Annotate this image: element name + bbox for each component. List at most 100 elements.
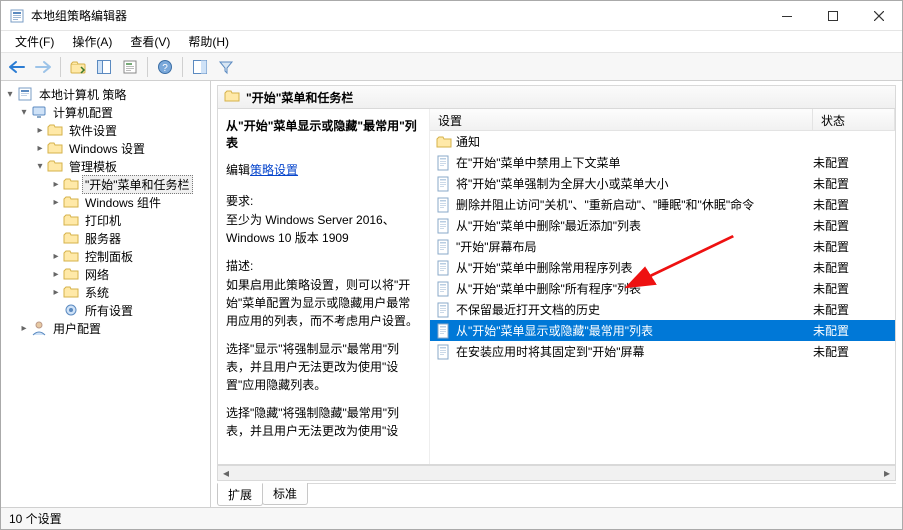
scroll-right-icon[interactable]: ▸ — [879, 466, 895, 480]
list-row[interactable]: 从"开始"菜单中删除常用程序列表未配置 — [430, 257, 895, 278]
maximize-button[interactable] — [810, 1, 856, 31]
policy-icon — [436, 197, 452, 213]
tree-label: Windows 设置 — [66, 139, 148, 158]
list-row[interactable]: 删除并阻止访问"关机"、"重新启动"、"睡眠"和"休眠"命令未配置 — [430, 194, 895, 215]
description-p2: 选择"显示"将强制显示"最常用"列表，并且用户无法更改为使用"设置"应用隐藏列表… — [226, 340, 421, 394]
list-row[interactable]: "开始"屏幕布局未配置 — [430, 236, 895, 257]
policy-icon — [436, 155, 452, 171]
up-button[interactable] — [66, 55, 90, 79]
chevron-right-icon[interactable]: ▸ — [49, 251, 63, 262]
tree-computer-config[interactable]: ▾ 计算机配置 — [1, 103, 210, 121]
col-setting[interactable]: 设置 — [430, 109, 813, 130]
tree-system[interactable]: ▸ 系统 — [1, 283, 210, 301]
edit-policy-link[interactable]: 策略设置 — [250, 161, 298, 178]
content-body: 从"开始"菜单显示或隐藏"最常用"列表 编辑策略设置 要求: 至少为 Windo… — [217, 109, 896, 465]
content-header: "开始"菜单和任务栏 — [217, 85, 896, 109]
policy-icon — [436, 239, 452, 255]
row-name: 不保留最近打开文档的历史 — [456, 301, 813, 318]
tab-extended[interactable]: 扩展 — [217, 483, 263, 506]
list-row[interactable]: 将"开始"菜单强制为全屏大小或菜单大小未配置 — [430, 173, 895, 194]
row-name: 在"开始"菜单中禁用上下文菜单 — [456, 154, 813, 171]
chevron-down-icon[interactable]: ▾ — [33, 161, 47, 172]
tree-user-config[interactable]: ▸ 用户配置 — [1, 319, 210, 337]
row-name: 从"开始"菜单中删除常用程序列表 — [456, 259, 813, 276]
folder-icon — [47, 140, 63, 156]
list-rows[interactable]: 通知 在"开始"菜单中禁用上下文菜单未配置将"开始"菜单强制为全屏大小或菜单大小… — [430, 131, 895, 464]
chevron-down-icon[interactable]: ▾ — [17, 107, 31, 118]
tree-admin-templates[interactable]: ▾ 管理模板 — [1, 157, 210, 175]
help-button[interactable]: ? — [153, 55, 177, 79]
tab-standard[interactable]: 标准 — [262, 483, 308, 505]
chevron-right-icon[interactable]: ▸ — [49, 197, 63, 208]
chevron-right-icon[interactable]: ▸ — [49, 269, 63, 280]
chevron-right-icon[interactable]: ▸ — [49, 179, 63, 190]
row-name: 从"开始"菜单中删除"所有程序"列表 — [456, 280, 813, 297]
scroll-track[interactable] — [234, 466, 879, 480]
filter-button[interactable] — [214, 55, 238, 79]
row-state: 未配置 — [813, 238, 895, 255]
tree-software-settings[interactable]: ▸ 软件设置 — [1, 121, 210, 139]
all-settings-icon[interactable] — [188, 55, 212, 79]
row-name: "开始"屏幕布局 — [456, 238, 813, 255]
nav-back-button[interactable] — [5, 55, 29, 79]
chevron-right-icon[interactable]: ▸ — [49, 287, 63, 298]
setting-title: 从"开始"菜单显示或隐藏"最常用"列表 — [226, 117, 421, 151]
menu-help[interactable]: 帮助(H) — [180, 31, 237, 52]
scroll-left-icon[interactable]: ◂ — [218, 466, 234, 480]
minimize-button[interactable] — [764, 1, 810, 31]
tree-label: 打印机 — [82, 211, 124, 230]
nav-forward-button[interactable] — [31, 55, 55, 79]
tree-label: 软件设置 — [66, 121, 120, 140]
description-p3: 选择"隐藏"将强制隐藏"最常用"列表，并且用户无法更改为使用"设 — [226, 404, 421, 440]
computer-icon — [31, 104, 47, 120]
list-row[interactable]: 从"开始"菜单中删除"所有程序"列表未配置 — [430, 278, 895, 299]
toolbar: ? — [1, 53, 902, 81]
list-row[interactable]: 在安装应用时将其固定到"开始"屏幕未配置 — [430, 341, 895, 362]
list-row[interactable]: 不保留最近打开文档的历史未配置 — [430, 299, 895, 320]
row-state: 未配置 — [813, 322, 895, 339]
toolbar-separator — [60, 57, 61, 77]
toolbar-separator — [182, 57, 183, 77]
menu-file[interactable]: 文件(F) — [7, 31, 62, 52]
horizontal-scrollbar[interactable]: ◂ ▸ — [217, 465, 896, 481]
statusbar: 10 个设置 — [1, 507, 902, 529]
folder-icon — [63, 212, 79, 228]
col-state[interactable]: 状态 — [813, 109, 895, 130]
requirements-label: 要求: — [226, 192, 421, 209]
row-name: 在安装应用时将其固定到"开始"屏幕 — [456, 343, 813, 360]
show-hide-tree-button[interactable] — [92, 55, 116, 79]
tree-label: 服务器 — [82, 229, 124, 248]
close-button[interactable] — [856, 1, 902, 31]
requirements-value: 至少为 Windows Server 2016、Windows 10 版本 19… — [226, 211, 421, 247]
tree-label: 所有设置 — [82, 301, 136, 320]
tree-label: 计算机配置 — [50, 103, 116, 122]
chevron-right-icon[interactable]: ▸ — [33, 143, 47, 154]
menu-operate[interactable]: 操作(A) — [64, 31, 120, 52]
properties-button[interactable] — [118, 55, 142, 79]
chevron-right-icon[interactable]: ▸ — [17, 323, 31, 334]
row-state: 未配置 — [813, 259, 895, 276]
chevron-none — [49, 305, 63, 316]
tree-pane[interactable]: ▾ 本地计算机 策略 ▾ — [1, 81, 211, 507]
menu-view[interactable]: 查看(V) — [122, 31, 178, 52]
tree-root[interactable]: ▾ 本地计算机 策略 — [1, 85, 210, 103]
list-row[interactable]: 从"开始"菜单中删除"最近添加"列表未配置 — [430, 215, 895, 236]
tree-servers[interactable]: 服务器 — [1, 229, 210, 247]
tree-all-settings[interactable]: 所有设置 — [1, 301, 210, 319]
row-state: 未配置 — [813, 175, 895, 192]
chevron-right-icon[interactable]: ▸ — [33, 125, 47, 136]
tree-label: 网络 — [82, 265, 112, 284]
tree-start-taskbar[interactable]: ▸ "开始"菜单和任务栏 — [1, 175, 210, 193]
tree-control-panel[interactable]: ▸ 控制面板 — [1, 247, 210, 265]
content-title: "开始"菜单和任务栏 — [246, 89, 353, 106]
list-row[interactable]: 在"开始"菜单中禁用上下文菜单未配置 — [430, 152, 895, 173]
tree-windows-components[interactable]: ▸ Windows 组件 — [1, 193, 210, 211]
list-group-notifications[interactable]: 通知 — [430, 131, 895, 152]
tree-printers[interactable]: 打印机 — [1, 211, 210, 229]
list-row[interactable]: 从"开始"菜单显示或隐藏"最常用"列表未配置 — [430, 320, 895, 341]
tree-windows-settings[interactable]: ▸ Windows 设置 — [1, 139, 210, 157]
content-pane: "开始"菜单和任务栏 从"开始"菜单显示或隐藏"最常用"列表 编辑策略设置 要求… — [211, 81, 902, 507]
policy-icon — [436, 260, 452, 276]
chevron-down-icon[interactable]: ▾ — [3, 89, 17, 100]
tree-network[interactable]: ▸ 网络 — [1, 265, 210, 283]
